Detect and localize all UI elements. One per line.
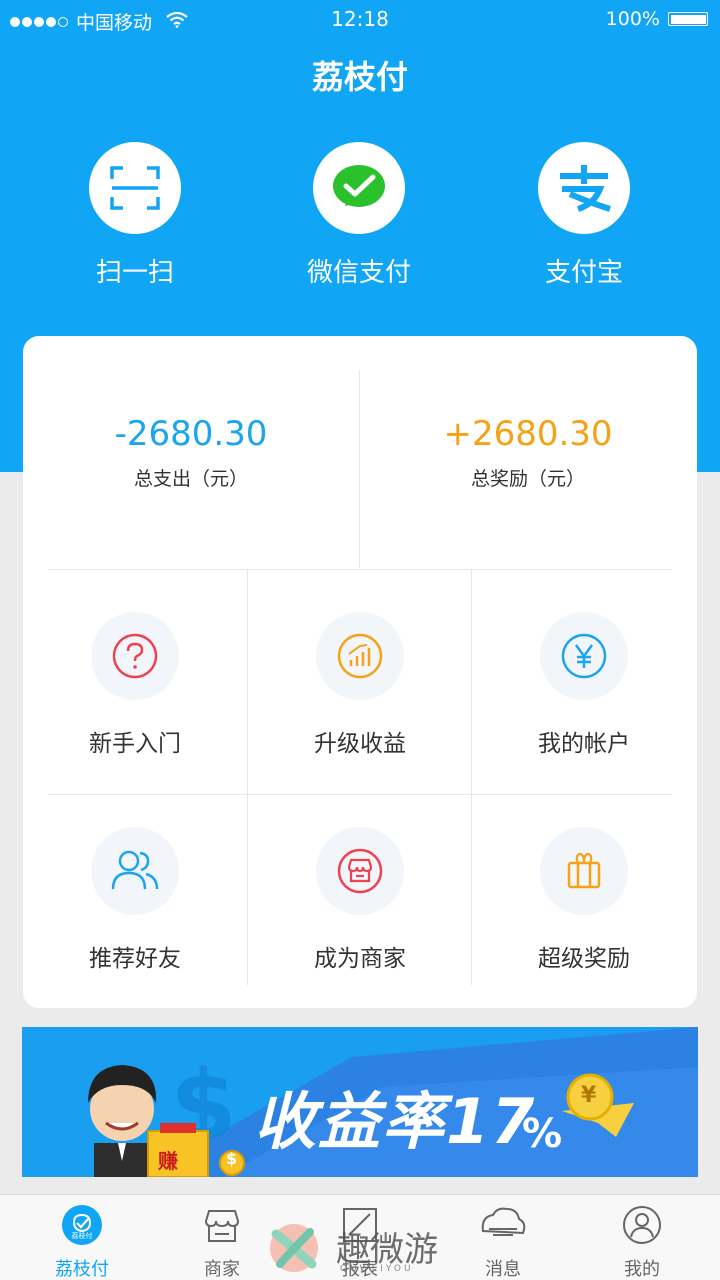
user-icon bbox=[622, 1205, 662, 1245]
scan-button[interactable]: 扫一扫 bbox=[35, 142, 235, 289]
reward-label: 总奖励（元） bbox=[470, 468, 585, 490]
menu-item-beginner-guide[interactable]: 新手入门 bbox=[23, 612, 247, 758]
wechat-pay-icon bbox=[313, 142, 405, 234]
menu-item-refer-friends[interactable]: 推荐好友 bbox=[23, 827, 247, 973]
menu-item-upgrade-earnings[interactable]: 升级收益 bbox=[248, 612, 472, 758]
store-icon bbox=[316, 827, 404, 915]
banner-coin-symbol: ¥ bbox=[581, 1083, 597, 1108]
expense-stat[interactable]: -2680.30 总支出（元） bbox=[23, 336, 359, 568]
promo-banner[interactable]: $ 赚 $ 收益率17 % ¥ bbox=[22, 1027, 698, 1177]
dashboard-card: -2680.30 总支出（元） +2680.30 总奖励（元） 新手入门 升级收 bbox=[23, 336, 697, 1008]
menu-item-become-merchant[interactable]: 成为商家 bbox=[248, 827, 472, 973]
grid-divider bbox=[48, 569, 672, 570]
tab-merchant[interactable]: 商家 bbox=[162, 1195, 282, 1280]
menu-item-label: 升级收益 bbox=[314, 731, 406, 757]
scan-label: 扫一扫 bbox=[95, 258, 174, 288]
users-icon bbox=[91, 827, 179, 915]
tab-label: 荔枝付 bbox=[55, 1259, 109, 1280]
menu-item-label: 成为商家 bbox=[314, 946, 406, 972]
chart-icon bbox=[316, 612, 404, 700]
expense-label: 总支出（元） bbox=[133, 468, 248, 490]
watermark: 趣微游 QUWEIYOU bbox=[266, 1220, 466, 1276]
tab-label: 商家 bbox=[204, 1259, 240, 1280]
menu-item-my-account[interactable]: 我的帐户 bbox=[472, 612, 696, 758]
question-icon bbox=[91, 612, 179, 700]
watermark-subtext: QUWEIYOU bbox=[340, 1264, 414, 1274]
banner-badge: 赚 bbox=[158, 1149, 178, 1173]
grid-divider bbox=[48, 794, 672, 795]
page-title: 荔枝付 bbox=[311, 58, 408, 96]
scan-icon bbox=[89, 142, 181, 234]
reward-value: +2680.30 bbox=[443, 414, 613, 454]
menu-item-label: 推荐好友 bbox=[89, 946, 181, 972]
menu-item-label: 我的帐户 bbox=[538, 731, 630, 757]
yen-icon bbox=[540, 612, 628, 700]
tab-profile[interactable]: 我的 bbox=[582, 1195, 702, 1280]
status-bar: 中国移动 12:18 100% bbox=[0, 0, 720, 38]
battery-percent: 100% bbox=[605, 8, 660, 30]
tab-icon-badge-text: 荔枝付 bbox=[71, 1232, 93, 1240]
tab-label: 我的 bbox=[624, 1259, 660, 1280]
battery-icon bbox=[668, 12, 708, 26]
reward-stat[interactable]: +2680.30 总奖励（元） bbox=[360, 336, 696, 568]
banner-headline: 收益率17 bbox=[254, 1085, 537, 1158]
menu-item-label: 超级奖励 bbox=[538, 946, 630, 972]
watermark-logo-icon bbox=[270, 1224, 318, 1272]
wechat-pay-label: 微信支付 bbox=[306, 258, 411, 288]
alipay-label: 支付宝 bbox=[544, 258, 623, 288]
store-icon bbox=[202, 1205, 242, 1245]
gift-icon bbox=[540, 827, 628, 915]
banner-percent: % bbox=[522, 1111, 563, 1157]
menu-item-super-rewards[interactable]: 超级奖励 bbox=[472, 827, 696, 973]
alipay-icon bbox=[538, 142, 630, 234]
message-icon bbox=[481, 1205, 526, 1245]
wechat-pay-button[interactable]: 微信支付 bbox=[259, 142, 459, 289]
banner-money-symbol: $ bbox=[226, 1149, 238, 1168]
alipay-button[interactable]: 支付宝 bbox=[484, 142, 684, 289]
tab-lychee-pay[interactable]: 荔枝付 荔枝付 bbox=[22, 1195, 142, 1280]
expense-value: -2680.30 bbox=[114, 414, 268, 454]
menu-item-label: 新手入门 bbox=[89, 731, 181, 757]
lychee-pay-icon: 荔枝付 bbox=[62, 1205, 102, 1245]
